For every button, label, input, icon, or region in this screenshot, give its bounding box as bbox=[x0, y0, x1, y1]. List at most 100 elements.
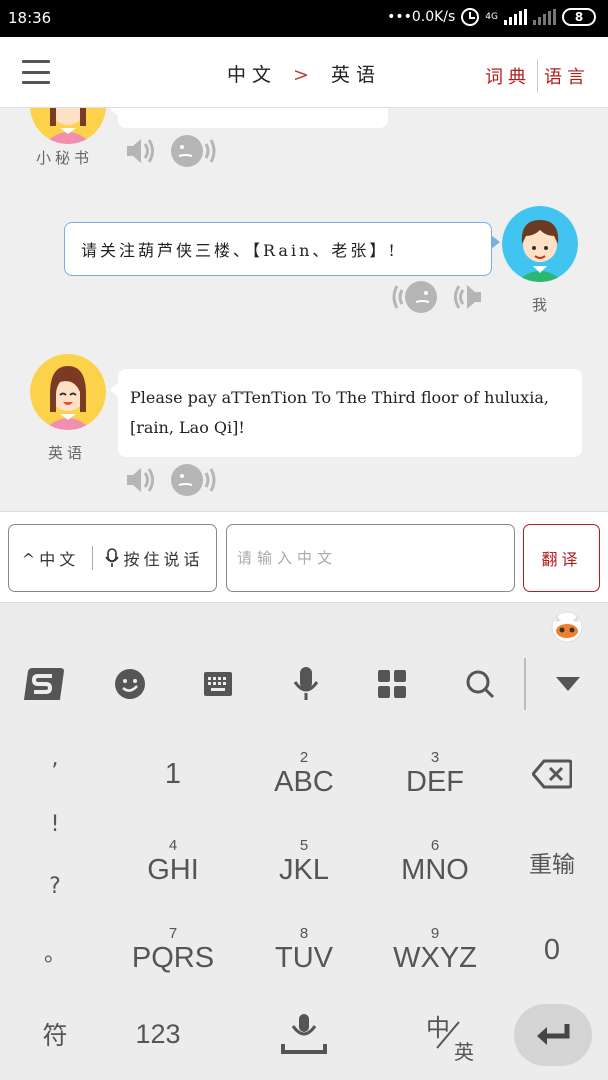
space-icon bbox=[281, 1014, 327, 1054]
language-switch-glyph: 中 英 bbox=[420, 1006, 480, 1064]
search-icon[interactable] bbox=[454, 644, 506, 724]
enter-icon bbox=[537, 1024, 570, 1045]
speaker-icon[interactable] bbox=[124, 465, 156, 499]
speaker-icon[interactable] bbox=[124, 136, 156, 170]
keyboard-toolbar bbox=[0, 644, 608, 724]
text-input-box[interactable] bbox=[226, 524, 515, 592]
keyboard-icon[interactable] bbox=[192, 644, 244, 724]
reply-message-text: Please pay aTTenTion To The Third floor … bbox=[130, 388, 549, 437]
key-num: 9 bbox=[430, 925, 440, 942]
sogou-logo-icon[interactable] bbox=[16, 644, 72, 724]
key-label: PQRS bbox=[131, 942, 215, 974]
key-label: 1 bbox=[164, 757, 182, 790]
english-name: 英语 bbox=[48, 444, 87, 462]
key-label: WXYZ bbox=[393, 942, 477, 974]
toolbar-divider bbox=[524, 658, 526, 710]
user-message: 请关注葫芦侠三楼、【Rain、老张】! bbox=[64, 222, 500, 276]
status-time: 18:36 bbox=[8, 9, 52, 27]
mic-icon[interactable] bbox=[280, 644, 332, 724]
language-switch-key[interactable]: 中 英 bbox=[400, 996, 500, 1072]
english-avatar bbox=[30, 354, 106, 430]
key-num: 5 bbox=[299, 837, 309, 854]
key-9[interactable]: 9 WXYZ bbox=[370, 908, 500, 992]
speaker-icon[interactable] bbox=[452, 282, 484, 316]
key-label: 0 bbox=[543, 933, 561, 966]
keyboard: , ! ? 。 1 2 ABC 3 DEF 4 GHI 5 JKL 6 MNO … bbox=[0, 604, 608, 1080]
enter-button[interactable] bbox=[514, 1004, 592, 1066]
mascot-icon[interactable] bbox=[549, 608, 585, 648]
backspace-icon bbox=[532, 759, 572, 789]
voice-play-icon[interactable] bbox=[170, 134, 218, 172]
text-input[interactable] bbox=[237, 549, 514, 567]
numbers-label: 123 bbox=[135, 1018, 181, 1049]
space-key[interactable] bbox=[214, 996, 394, 1072]
punct-key[interactable]: , bbox=[20, 746, 90, 771]
network-speed: •••0.0K/s bbox=[387, 9, 456, 25]
status-bar: 18:36 •••0.0K/s 4G 8 bbox=[0, 0, 608, 37]
signal-2-icon bbox=[533, 9, 556, 25]
lang-en-label: 英 bbox=[454, 1042, 474, 1064]
emoji-icon[interactable] bbox=[104, 644, 156, 724]
key-0[interactable]: 0 bbox=[502, 908, 602, 992]
dictionary-link[interactable]: 词典 bbox=[479, 63, 537, 89]
key-label: JKL bbox=[279, 854, 329, 886]
language-link[interactable]: 语言 bbox=[538, 63, 596, 89]
numbers-key[interactable]: 123 bbox=[108, 996, 208, 1072]
symbols-label: 符 bbox=[42, 1022, 68, 1050]
voice-input-box: ^中文 按住说话 bbox=[8, 524, 217, 592]
punct-key[interactable]: ? bbox=[20, 874, 90, 899]
key-label: TUV bbox=[275, 942, 333, 974]
source-language[interactable]: 中文 bbox=[227, 64, 277, 86]
hold-to-talk-label: 按住说话 bbox=[123, 550, 204, 569]
symbols-key[interactable]: 符 bbox=[10, 996, 100, 1072]
battery-icon: 8 bbox=[562, 8, 596, 26]
user-avatar bbox=[502, 206, 578, 282]
status-icons: •••0.0K/s 4G 8 bbox=[387, 8, 596, 26]
key-label: ABC bbox=[274, 766, 334, 798]
key-6[interactable]: 6 MNO bbox=[370, 820, 500, 904]
key-7[interactable]: 7 PQRS bbox=[108, 908, 238, 992]
key-num: 6 bbox=[430, 837, 440, 854]
key-label: MNO bbox=[401, 854, 469, 886]
signal-icon bbox=[504, 9, 527, 25]
key-2[interactable]: 2 ABC bbox=[239, 732, 369, 816]
input-bar: ^中文 按住说话 翻译 bbox=[0, 511, 608, 603]
key-8[interactable]: 8 TUV bbox=[239, 908, 369, 992]
reenter-label: 重输 bbox=[529, 851, 575, 877]
collapse-icon[interactable] bbox=[542, 644, 594, 724]
key-3[interactable]: 3 DEF bbox=[370, 732, 500, 816]
app-header: 中文 > 英语 词典 语言 bbox=[0, 37, 608, 108]
battery-level: 8 bbox=[574, 10, 584, 24]
assistant-message-partial bbox=[110, 108, 388, 128]
target-language[interactable]: 英语 bbox=[331, 64, 381, 86]
key-5[interactable]: 5 JKL bbox=[239, 820, 369, 904]
key-num: 3 bbox=[430, 749, 440, 766]
punct-key[interactable]: ! bbox=[20, 812, 90, 837]
key-label: DEF bbox=[406, 766, 464, 798]
key-1[interactable]: 1 bbox=[108, 732, 238, 816]
assistant-avatar bbox=[30, 108, 106, 144]
voice-play-icon[interactable] bbox=[170, 463, 218, 501]
user-name: 我 bbox=[532, 296, 552, 314]
input-language-toggle[interactable]: ^中文 bbox=[9, 546, 93, 570]
direction-arrow-icon: > bbox=[293, 64, 315, 86]
assistant-name: 小秘书 bbox=[36, 149, 94, 167]
mic-icon bbox=[105, 548, 120, 567]
translate-button[interactable]: 翻译 bbox=[523, 524, 600, 592]
backspace-button[interactable] bbox=[502, 732, 602, 816]
header-links: 词典 语言 bbox=[479, 59, 596, 93]
key-4[interactable]: 4 GHI bbox=[108, 820, 238, 904]
grid-icon[interactable] bbox=[366, 644, 418, 724]
reenter-button[interactable]: 重输 bbox=[502, 820, 602, 904]
key-num: 8 bbox=[299, 925, 309, 942]
voice-play-icon[interactable] bbox=[390, 280, 438, 318]
key-num: 7 bbox=[168, 925, 178, 942]
key-num: 2 bbox=[299, 749, 309, 766]
key-num: 4 bbox=[168, 837, 178, 854]
user-message-text: 请关注葫芦侠三楼、【Rain、老张】! bbox=[81, 241, 398, 260]
hold-to-talk-button[interactable]: 按住说话 bbox=[93, 546, 216, 570]
alarm-icon bbox=[461, 8, 480, 26]
punct-key[interactable]: 。 bbox=[20, 936, 90, 968]
key-label: GHI bbox=[147, 854, 199, 886]
chat-area[interactable]: 小秘书 请关注葫芦侠三楼、【Rain、老张】! 我 英语 Please pay … bbox=[0, 108, 608, 511]
